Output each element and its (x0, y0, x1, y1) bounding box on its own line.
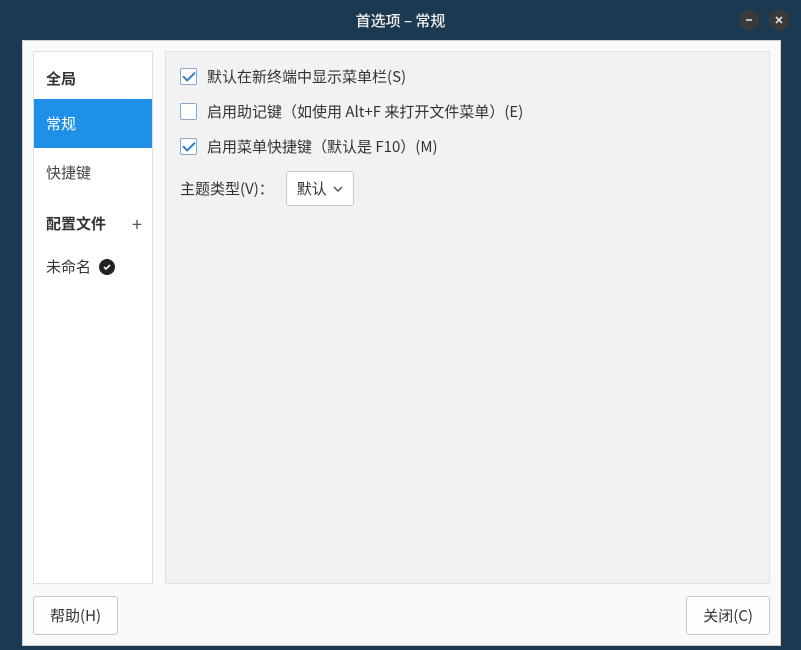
check-row-menu-accel: 启用菜单快捷键（默认是 F10）(M) (180, 136, 755, 157)
checkbox-mnemonics[interactable] (180, 103, 197, 120)
dialog-button-row: 帮助(H) 关闭(C) (33, 584, 770, 635)
chevron-down-icon (333, 186, 343, 192)
add-profile-button[interactable]: + (132, 215, 142, 233)
profile-item-unnamed[interactable]: 未命名 (34, 244, 152, 289)
theme-dropdown[interactable]: 默认 (286, 171, 354, 206)
sidebar-profiles-label: 配置文件 (46, 213, 106, 234)
close-icon (774, 15, 784, 25)
sidebar-profiles-header: 配置文件 + (34, 203, 152, 244)
profile-label: 未命名 (46, 256, 91, 277)
content-row: 全局 常规 快捷键 配置文件 + 未命名 默认在新终端中显示菜单栏(S) (33, 51, 770, 584)
dropdown-value: 默认 (297, 178, 327, 199)
checkbox-menu-accel[interactable] (180, 138, 197, 155)
minimize-button[interactable] (739, 10, 759, 30)
check-label: 默认在新终端中显示菜单栏(S) (207, 66, 406, 87)
main-panel: 默认在新终端中显示菜单栏(S) 启用助记键（如使用 Alt+F 来打开文件菜单）… (165, 51, 770, 584)
theme-label: 主题类型(V)： (180, 178, 274, 199)
profile-default-badge-icon (99, 259, 115, 275)
check-label: 启用菜单快捷键（默认是 F10）(M) (207, 136, 438, 157)
close-dialog-button[interactable]: 关闭(C) (686, 596, 770, 635)
check-label: 启用助记键（如使用 Alt+F 来打开文件菜单）(E) (207, 101, 523, 122)
check-row-show-menubar: 默认在新终端中显示菜单栏(S) (180, 66, 755, 87)
sidebar-item-label: 快捷键 (46, 162, 91, 183)
titlebar: 首选项 – 常规 (0, 0, 801, 40)
minimize-icon (744, 15, 754, 25)
window-title: 首选项 – 常规 (356, 10, 446, 31)
sidebar-global-header: 全局 (34, 58, 152, 99)
help-button[interactable]: 帮助(H) (33, 596, 118, 635)
titlebar-controls (739, 10, 789, 30)
sidebar-item-shortcuts[interactable]: 快捷键 (34, 148, 152, 197)
theme-row: 主题类型(V)： 默认 (180, 171, 755, 206)
check-row-mnemonics: 启用助记键（如使用 Alt+F 来打开文件菜单）(E) (180, 101, 755, 122)
close-button[interactable] (769, 10, 789, 30)
sidebar: 全局 常规 快捷键 配置文件 + 未命名 (33, 51, 153, 584)
preferences-window: 全局 常规 快捷键 配置文件 + 未命名 默认在新终端中显示菜单栏(S) (22, 40, 781, 646)
sidebar-item-general[interactable]: 常规 (34, 99, 152, 148)
sidebar-item-label: 常规 (46, 113, 76, 134)
checkbox-show-menubar[interactable] (180, 68, 197, 85)
